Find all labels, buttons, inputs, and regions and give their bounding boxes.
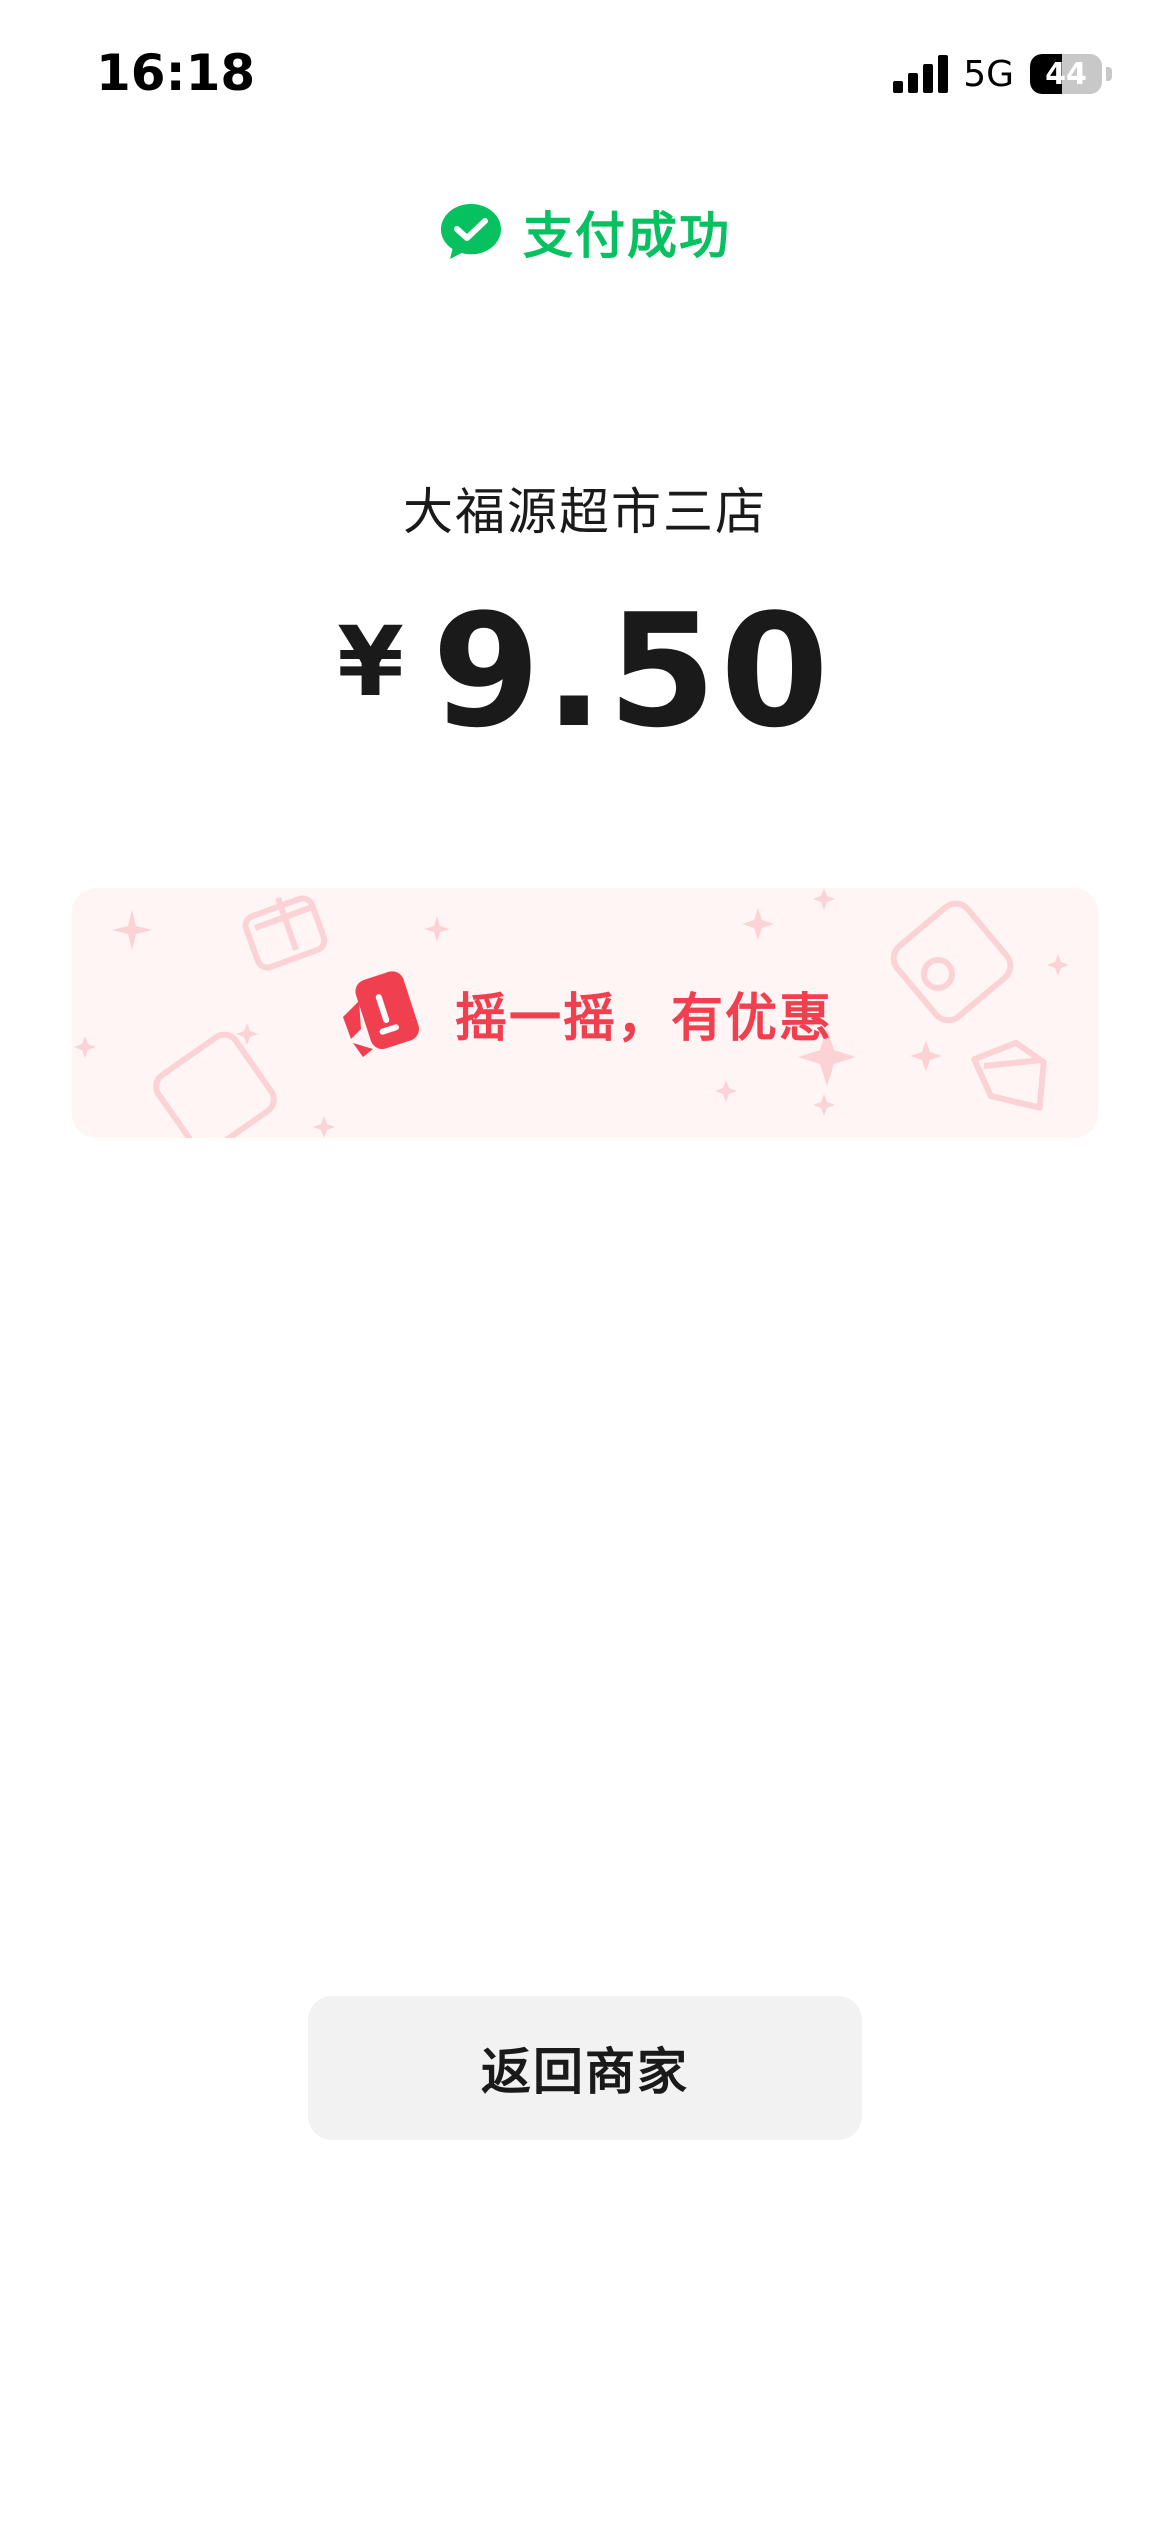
payment-success-header: 支付成功 [0, 196, 1170, 268]
shake-phone-icon [342, 971, 419, 1057]
merchant-name: 大福源超市三店 [403, 483, 767, 541]
cellular-signal-icon [893, 55, 949, 93]
status-time: 16:18 [96, 44, 256, 102]
success-title: 支付成功 [523, 207, 731, 265]
payment-amount: ¥ 9.50 [0, 580, 1170, 762]
status-indicators: 5G 44 [893, 52, 1112, 96]
return-to-merchant-button[interactable]: 返回商家 [308, 1996, 862, 2140]
shake-promo-banner[interactable]: 摇一摇，有优惠 [72, 888, 1098, 1138]
currency-symbol: ¥ [337, 606, 404, 718]
wechat-pay-icon [441, 204, 501, 259]
amount-value: 9.50 [431, 580, 833, 762]
shake-promo-text: 摇一摇，有优惠 [454, 988, 833, 1049]
network-type: 5G [963, 53, 1014, 95]
return-to-merchant-label: 返回商家 [481, 2043, 689, 2101]
status-bar: 16:18 5G 44 [0, 0, 1170, 150]
battery-nub [1106, 67, 1112, 81]
battery-level: 44 [1045, 56, 1087, 92]
shake-promo-content: 摇一摇，有优惠 [72, 888, 1098, 1138]
battery-icon: 44 [1030, 54, 1102, 94]
